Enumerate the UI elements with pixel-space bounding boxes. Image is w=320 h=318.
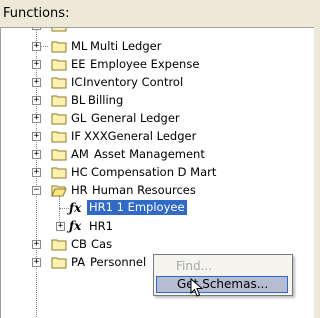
functions-label: Functions: (3, 6, 70, 21)
tree-node-am[interactable]: + AM Asset Management (1, 145, 314, 163)
folder-icon (51, 59, 67, 71)
tree-node-cb[interactable]: + CB Cas (1, 235, 314, 253)
node-name: XXXGeneral Ledger (84, 129, 197, 143)
node-name-selected: HR1 1 Employee (87, 200, 187, 215)
node-code: AM (71, 147, 89, 161)
expand-icon[interactable]: + (32, 78, 41, 87)
expand-icon[interactable]: + (32, 96, 41, 105)
folder-icon (51, 149, 67, 161)
node-name: Personnel (90, 255, 147, 269)
expand-icon[interactable]: + (32, 114, 41, 123)
folder-icon (51, 113, 67, 125)
tree-node-gl[interactable]: + GL General Ledger (1, 109, 314, 127)
expand-icon[interactable]: + (32, 168, 41, 177)
node-code: CB (71, 237, 87, 251)
node-code: GL (71, 111, 87, 125)
node-code: EE (71, 57, 86, 71)
node-name: Billing (88, 93, 124, 107)
node-name: HR1 (89, 219, 113, 233)
folder-icon (51, 239, 67, 251)
node-code: HC (71, 165, 88, 179)
menu-item-get-schemas[interactable]: Get Schemas... (156, 276, 288, 293)
expand-icon[interactable]: + (32, 42, 41, 51)
node-name: Employee Expense (90, 57, 200, 71)
expand-icon[interactable]: + (32, 258, 41, 267)
expand-icon[interactable]: + (32, 150, 41, 159)
node-name: Human Resources (92, 183, 196, 197)
folder-icon (51, 167, 67, 179)
node-code: BL (71, 93, 86, 107)
folder-icon (51, 131, 67, 143)
function-icon: ƒx (69, 219, 82, 233)
menu-item-find[interactable]: Find... (156, 258, 288, 275)
mouse-cursor-icon (190, 278, 204, 297)
folder-icon (51, 41, 67, 53)
collapse-icon[interactable]: − (32, 186, 41, 195)
tree-node-ic[interactable]: + IC Inventory Control (1, 73, 314, 91)
folder-icon (51, 28, 67, 32)
tree-node-hr-child-1[interactable]: ƒx HR1 1 Employee (1, 199, 314, 217)
expand-icon[interactable]: + (32, 28, 41, 30)
folder-icon (51, 257, 67, 269)
node-code: PA (71, 255, 86, 269)
node-code: ML (71, 39, 88, 53)
node-name: Multi Ledger (90, 39, 162, 53)
tree-node-ee[interactable]: + EE Employee Expense (1, 55, 314, 73)
folder-icon (51, 95, 67, 107)
expand-icon[interactable]: + (56, 222, 65, 231)
tree-node-ml[interactable]: + ML Multi Ledger (1, 37, 314, 55)
node-name: Cas (91, 237, 113, 251)
expand-icon[interactable]: + (32, 132, 41, 141)
node-code: IF (71, 129, 82, 143)
tree-node-bl[interactable]: + BL Billing (1, 91, 314, 109)
tree-node-hc[interactable]: + HC Compensation D Mart (1, 163, 314, 181)
tree-node-hr-child-2[interactable]: + ƒx HR1 (1, 217, 314, 235)
tree-node-partial[interactable]: + (1, 28, 314, 34)
expand-icon[interactable]: + (32, 60, 41, 69)
tree-node-if[interactable]: + IF XXXGeneral Ledger (1, 127, 314, 145)
expand-icon[interactable]: + (32, 240, 41, 249)
node-code: IC (71, 75, 83, 89)
node-name: Compensation D Mart (91, 165, 217, 179)
context-menu[interactable]: Find... Get Schemas... (153, 254, 293, 296)
node-name: General Ledger (91, 111, 180, 125)
tree-node-hr[interactable]: − HR Human Resources (1, 181, 314, 199)
tree-branch (59, 208, 69, 209)
node-name: Inventory Control (83, 75, 184, 89)
node-code: HR (71, 183, 88, 197)
node-name: Asset Management (94, 147, 205, 161)
folder-icon (51, 77, 67, 89)
function-icon: ƒx (69, 201, 82, 215)
